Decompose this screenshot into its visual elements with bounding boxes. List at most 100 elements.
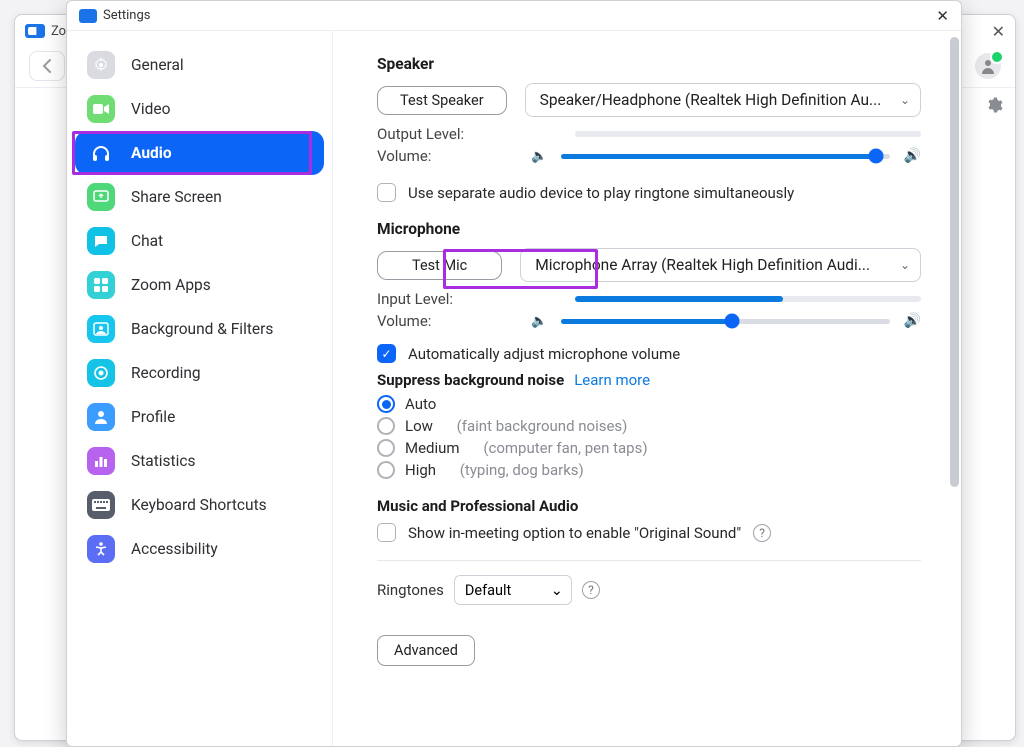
help-icon[interactable]: ? (753, 524, 771, 542)
profile-icon (87, 403, 115, 431)
volume-high-icon: 🔊 (904, 148, 921, 164)
radio-hint: (faint background noises) (457, 417, 628, 435)
radio-label: High (405, 461, 436, 479)
sidebar-label: Statistics (131, 452, 196, 470)
chevron-left-icon (42, 59, 52, 73)
sidebar-item-zoom-apps[interactable]: Zoom Apps (75, 263, 324, 307)
background-icon (87, 315, 115, 343)
zoom-logo-icon (79, 9, 97, 23)
radio-icon (377, 439, 395, 457)
sidebar-item-chat[interactable]: Chat (75, 219, 324, 263)
settings-sidebar: General Video Audio Share Screen Chat Zo… (67, 31, 333, 746)
separate-ringtone-label: Use separate audio device to play ringto… (408, 184, 794, 202)
sidebar-label: Keyboard Shortcuts (131, 496, 267, 514)
keyboard-icon (87, 491, 115, 519)
volume-high-icon: 🔊 (904, 313, 921, 329)
mic-volume-slider[interactable] (561, 319, 889, 324)
output-level-label: Output Level: (377, 125, 517, 143)
window-title: Settings (103, 8, 150, 23)
help-icon[interactable]: ? (582, 581, 600, 599)
divider (377, 560, 921, 561)
accessibility-icon (87, 535, 115, 563)
statistics-icon (87, 447, 115, 475)
mic-device-value: Microphone Array (Realtek High Definitio… (535, 256, 870, 274)
chevron-down-icon: ⌄ (551, 582, 563, 599)
apps-icon (87, 271, 115, 299)
radio-hint: (computer fan, pen taps) (483, 439, 647, 457)
chevron-down-icon: ⌄ (900, 93, 910, 107)
advanced-button[interactable]: Advanced (377, 635, 475, 666)
sidebar-label: General (131, 56, 184, 74)
suppress-heading: Suppress background noise (377, 371, 564, 389)
auto-adjust-label: Automatically adjust microphone volume (408, 345, 680, 363)
original-sound-checkbox[interactable] (377, 523, 396, 542)
volume-low-icon: 🔈 (531, 149, 547, 164)
radio-label: Auto (405, 395, 436, 413)
share-screen-icon (87, 183, 115, 211)
ringtones-label: Ringtones (377, 581, 444, 599)
radio-icon (377, 461, 395, 479)
speaker-volume-slider[interactable] (561, 154, 889, 159)
video-icon (87, 95, 115, 123)
back-button[interactable] (29, 51, 65, 81)
sidebar-item-profile[interactable]: Profile (75, 395, 324, 439)
sidebar-item-general[interactable]: General (75, 43, 324, 87)
settings-window: Settings ✕ General Video Audio Share Scr… (66, 0, 962, 747)
sidebar-label: Recording (131, 364, 201, 382)
gear-icon (985, 96, 1003, 114)
radio-icon (377, 395, 395, 413)
slider-knob[interactable] (869, 149, 884, 164)
test-mic-button[interactable]: Test Mic (377, 251, 502, 280)
sidebar-item-video[interactable]: Video (75, 87, 324, 131)
radio-icon (377, 417, 395, 435)
sidebar-item-keyboard[interactable]: Keyboard Shortcuts (75, 483, 324, 527)
record-icon (87, 359, 115, 387)
scrollbar[interactable] (950, 37, 959, 487)
speaker-volume-label: Volume: (377, 147, 517, 165)
sidebar-label: Background & Filters (131, 320, 273, 338)
suppress-option-low[interactable]: Low (faint background noises) (377, 417, 921, 435)
mic-input-meter (575, 296, 921, 302)
slider-knob[interactable] (724, 314, 739, 329)
bg-close-button[interactable]: ✕ (992, 22, 1005, 41)
gear-icon (87, 51, 115, 79)
settings-close-button[interactable]: ✕ (936, 7, 949, 25)
microphone-heading: Microphone (377, 220, 921, 238)
test-speaker-button[interactable]: Test Speaker (377, 86, 507, 115)
radio-hint: (typing, dog barks) (460, 461, 584, 479)
sidebar-item-accessibility[interactable]: Accessibility (75, 527, 324, 571)
headphones-icon (87, 139, 115, 167)
sidebar-item-recording[interactable]: Recording (75, 351, 324, 395)
speaker-output-meter (575, 131, 921, 137)
sidebar-item-background[interactable]: Background & Filters (75, 307, 324, 351)
suppress-option-high[interactable]: High (typing, dog barks) (377, 461, 921, 479)
settings-content: Speaker Test Speaker Speaker/Headphone (… (333, 31, 961, 746)
settings-gear-button[interactable] (983, 94, 1005, 116)
sidebar-item-statistics[interactable]: Statistics (75, 439, 324, 483)
sidebar-item-audio[interactable]: Audio (75, 131, 324, 175)
sidebar-label: Profile (131, 408, 175, 426)
suppress-option-medium[interactable]: Medium (computer fan, pen taps) (377, 439, 921, 457)
speaker-device-value: Speaker/Headphone (Realtek High Definiti… (540, 91, 882, 109)
mic-volume-label: Volume: (377, 312, 517, 330)
radio-label: Medium (405, 439, 460, 457)
avatar[interactable] (975, 53, 1001, 79)
learn-more-link[interactable]: Learn more (574, 371, 650, 389)
separate-ringtone-checkbox[interactable] (377, 183, 396, 202)
person-icon (979, 57, 997, 75)
original-sound-label: Show in-meeting option to enable "Origin… (408, 524, 741, 542)
sidebar-label: Zoom Apps (131, 276, 211, 294)
chat-icon (87, 227, 115, 255)
sidebar-label: Share Screen (131, 188, 222, 206)
music-heading: Music and Professional Audio (377, 497, 578, 515)
sidebar-label: Accessibility (131, 540, 218, 558)
chevron-down-icon: ⌄ (900, 258, 910, 272)
mic-device-select[interactable]: Microphone Array (Realtek High Definitio… (520, 248, 921, 282)
ringtones-value: Default (465, 582, 511, 599)
sidebar-item-share-screen[interactable]: Share Screen (75, 175, 324, 219)
zoom-logo-icon (25, 24, 45, 38)
auto-adjust-checkbox[interactable]: ✓ (377, 344, 396, 363)
speaker-device-select[interactable]: Speaker/Headphone (Realtek High Definiti… (525, 83, 921, 117)
ringtones-select[interactable]: Default ⌄ (454, 575, 572, 605)
suppress-option-auto[interactable]: Auto (377, 395, 921, 413)
